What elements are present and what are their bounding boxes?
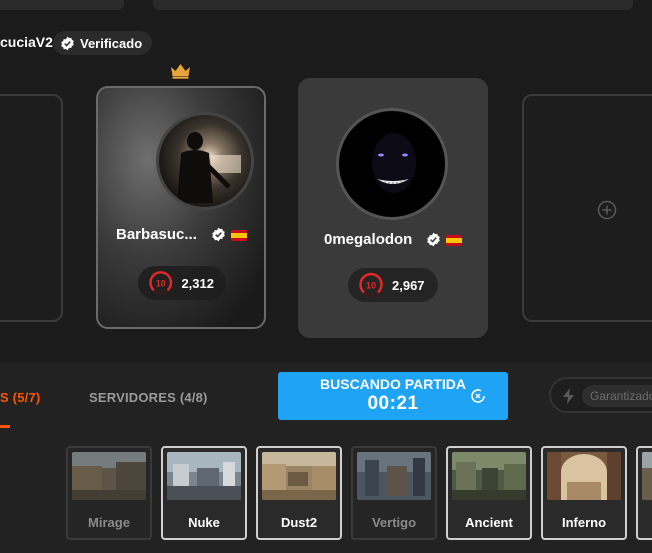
active-tab-indicator [0,425,10,428]
map-thumbnail [452,452,526,500]
elo-badge: 10 2,967 [348,268,438,302]
map-name: Mirage [88,515,130,530]
tab-servers[interactable]: SERVIDORES (4/8) [89,390,208,405]
verified-label: Verificado [80,35,143,51]
player-avatar [336,108,448,220]
searching-match-button[interactable]: BUSCANDO PARTIDA 00:21 [278,372,508,420]
map-thumbnail [547,452,621,500]
map-card-mirage[interactable]: Mirage [66,446,152,540]
map-card-inferno[interactable]: Inferno [541,446,627,540]
verified-check-icon [212,227,225,242]
verified-badge: Verificado [53,31,153,55]
map-thumbnail [262,452,336,500]
map-thumbnail [642,452,652,500]
map-card-nuke[interactable]: Nuke [161,446,247,540]
empty-party-slot-right[interactable] [522,94,652,322]
player-card[interactable]: Barbasuc... 10 2,312 [96,86,266,329]
cancel-search-icon[interactable] [469,387,487,405]
elo-value: 2,967 [392,277,425,293]
crown-icon [171,64,190,79]
map-name: Nuke [188,515,220,530]
skill-level-icon: 10 [359,272,383,297]
skill-level-value: 10 [366,281,376,291]
map-card-ancient[interactable]: Ancient [446,446,532,540]
elo-badge: 10 2,312 [138,266,226,300]
spain-flag-icon [446,235,462,246]
map-name: Ancient [465,515,513,530]
map-name: Vertigo [371,515,417,530]
add-player-icon[interactable] [597,200,617,220]
top-bar-left-panel [0,0,124,10]
map-thumbnail [72,452,146,500]
spain-flag-icon [231,230,247,241]
guarantee-field[interactable]: Garantizado [549,377,652,413]
elo-value: 2,312 [181,275,214,291]
guarantee-input[interactable]: Garantizado [582,385,652,407]
empty-party-slot-left[interactable] [0,94,63,322]
map-thumbnail [357,452,431,500]
player-avatar [156,112,254,210]
verified-check-icon [61,36,74,50]
skill-level-icon: 10 [149,271,173,295]
map-name: Inferno [561,515,607,530]
map-thumbnail [167,452,241,500]
map-name: Dust2 [280,515,318,530]
tab-maps[interactable]: S (5/7) [0,390,40,405]
bolt-icon [563,388,574,404]
top-bar-right-panel [153,0,633,10]
map-card-vertigo[interactable]: Vertigo [351,446,437,540]
map-card-partial[interactable] [636,446,652,540]
player-name: Barbasuc... [116,226,197,243]
party-owner-name: cuciaV2 [0,34,53,50]
verified-check-icon [427,232,440,247]
skill-level-value: 10 [156,278,166,288]
player-name: 0megalodon [324,231,413,248]
map-card-dust2[interactable]: Dust2 [256,446,342,540]
player-card[interactable]: 0megalodon 10 2,967 [298,78,488,338]
